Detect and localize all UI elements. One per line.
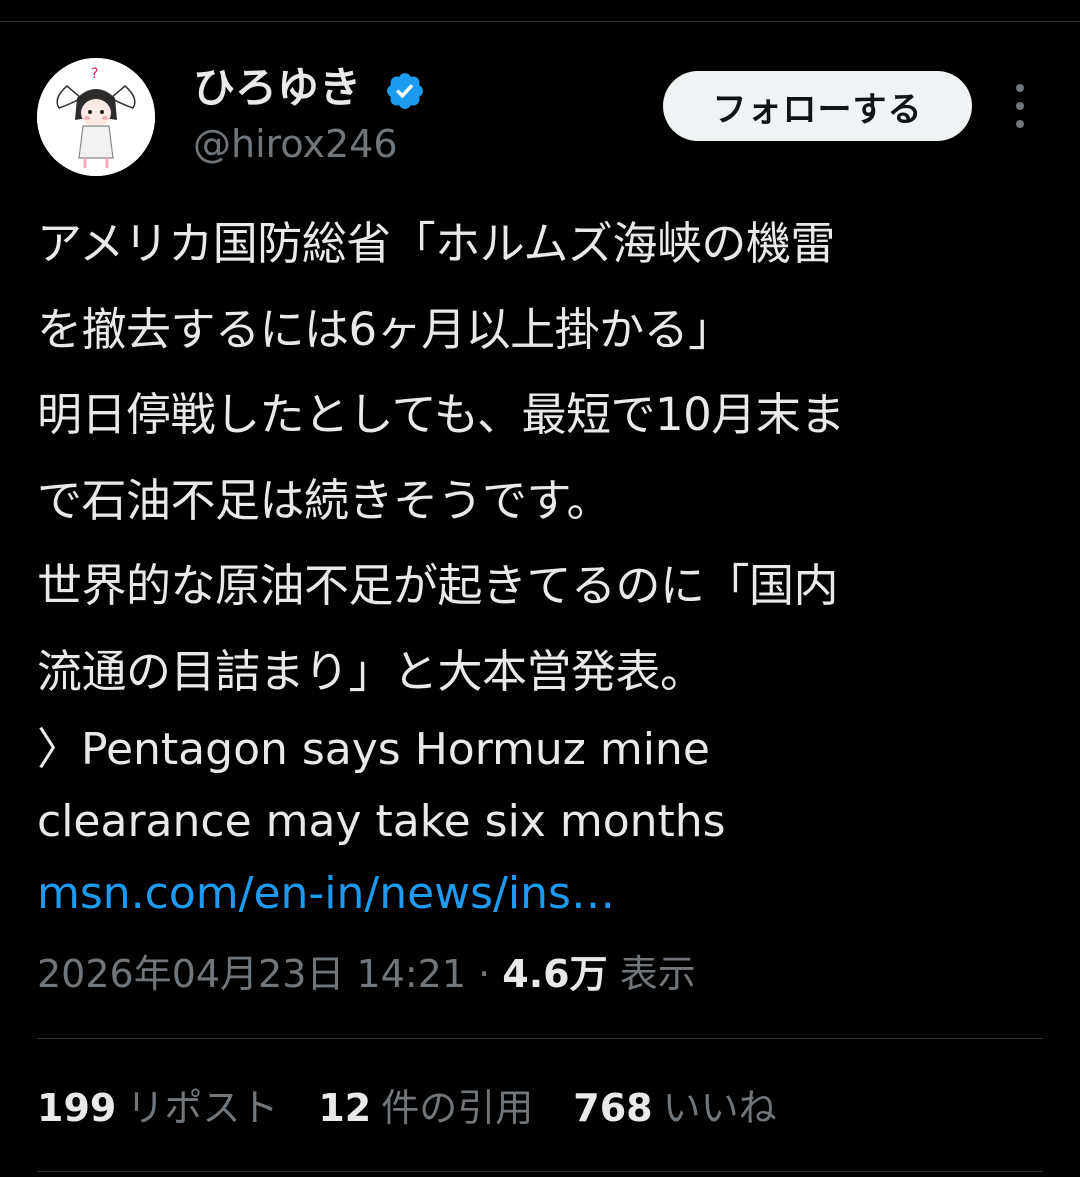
display-name[interactable]: ひろゆき	[193, 62, 361, 114]
views-count: 4.6万	[502, 952, 608, 996]
user-handle[interactable]: @hirox246	[193, 120, 398, 168]
views-label: 表示	[619, 952, 696, 996]
likes-count: 768	[573, 1086, 653, 1130]
tweet-line: で石油不足は続きそうです。	[37, 473, 612, 527]
bottom-divider	[37, 1171, 1043, 1172]
likes-stat[interactable]: 768 いいね	[573, 1078, 776, 1138]
follow-button[interactable]: フォローする	[663, 71, 972, 141]
avatar[interactable]: ?	[37, 58, 155, 176]
verified-badge-icon	[387, 73, 423, 109]
more-dot	[1016, 84, 1024, 92]
avatar-illustration-icon: ?	[37, 58, 155, 176]
svg-text:?: ?	[91, 66, 98, 82]
tweet-text: アメリカ国防総省「ホルムズ海峡の機雷 を撤去するには6ヶ月以上掛かる」 明日停戦…	[37, 201, 1047, 930]
tweet-line: アメリカ国防総省「ホルムズ海峡の機雷	[37, 217, 835, 270]
reposts-label: リポスト	[126, 1086, 279, 1130]
meta-separator: ·	[478, 952, 491, 996]
more-dot	[1016, 102, 1024, 110]
quotes-stat[interactable]: 12 件の引用	[318, 1078, 533, 1138]
engagement-stats: 199 リポスト 12 件の引用 768 いいね	[37, 1078, 777, 1138]
tweet-line: 明日停戦したとしても、最短で10月末ま	[37, 388, 845, 441]
more-dot	[1016, 120, 1024, 128]
tweet-line: 世界的な原油不足が起きてるのに「国内	[37, 559, 839, 612]
reposts-stat[interactable]: 199 リポスト	[37, 1078, 278, 1138]
quotes-count: 12	[318, 1086, 372, 1130]
tweet-line-english: clearance may take six months	[37, 796, 726, 847]
reposts-count: 199	[37, 1086, 117, 1130]
tweet-line: を撤去するには6ヶ月以上掛かる」	[37, 302, 733, 356]
stats-divider	[37, 1038, 1043, 1039]
tweet-meta: 2026年04月23日 14:21 · 4.6万 表示	[37, 944, 696, 1004]
more-vertical-icon[interactable]	[1003, 84, 1037, 128]
quotes-label: 件の引用	[381, 1086, 534, 1130]
top-divider	[0, 21, 1080, 22]
tweet-line: 流通の目詰まり」と大本営発表。	[37, 644, 705, 698]
tweet-link[interactable]: msn.com/en-in/news/ins…	[37, 858, 1047, 930]
tweet-line-english: 〉Pentagon says Hormuz mine	[37, 724, 710, 775]
timestamp[interactable]: 2026年04月23日 14:21	[37, 952, 466, 996]
likes-label: いいね	[662, 1086, 777, 1130]
